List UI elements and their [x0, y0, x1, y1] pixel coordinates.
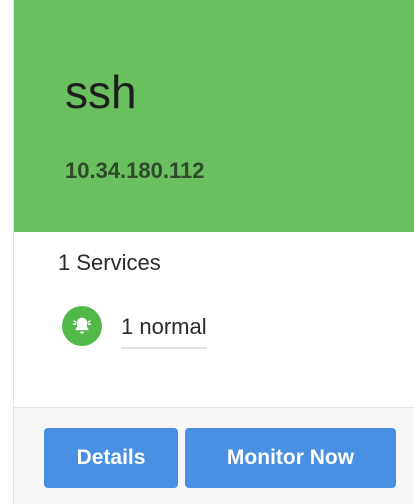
host-card-header: ssh 10.34.180.112 — [14, 0, 414, 232]
host-name: ssh — [65, 66, 137, 118]
normal-alerts-link[interactable]: 1 normal — [121, 313, 207, 349]
host-ip-address: 10.34.180.112 — [65, 158, 205, 183]
monitor-now-button[interactable]: Monitor Now — [185, 428, 396, 488]
bell-icon — [62, 306, 102, 346]
host-card: ssh 10.34.180.112 1 Services 1 normal De… — [13, 0, 414, 504]
services-count: 1 Services — [58, 250, 161, 275]
details-button[interactable]: Details — [44, 428, 178, 488]
host-card-footer: Details Monitor Now — [14, 408, 414, 504]
host-card-body: 1 Services 1 normal — [14, 232, 414, 408]
bell-icon-glyph — [72, 317, 92, 334]
